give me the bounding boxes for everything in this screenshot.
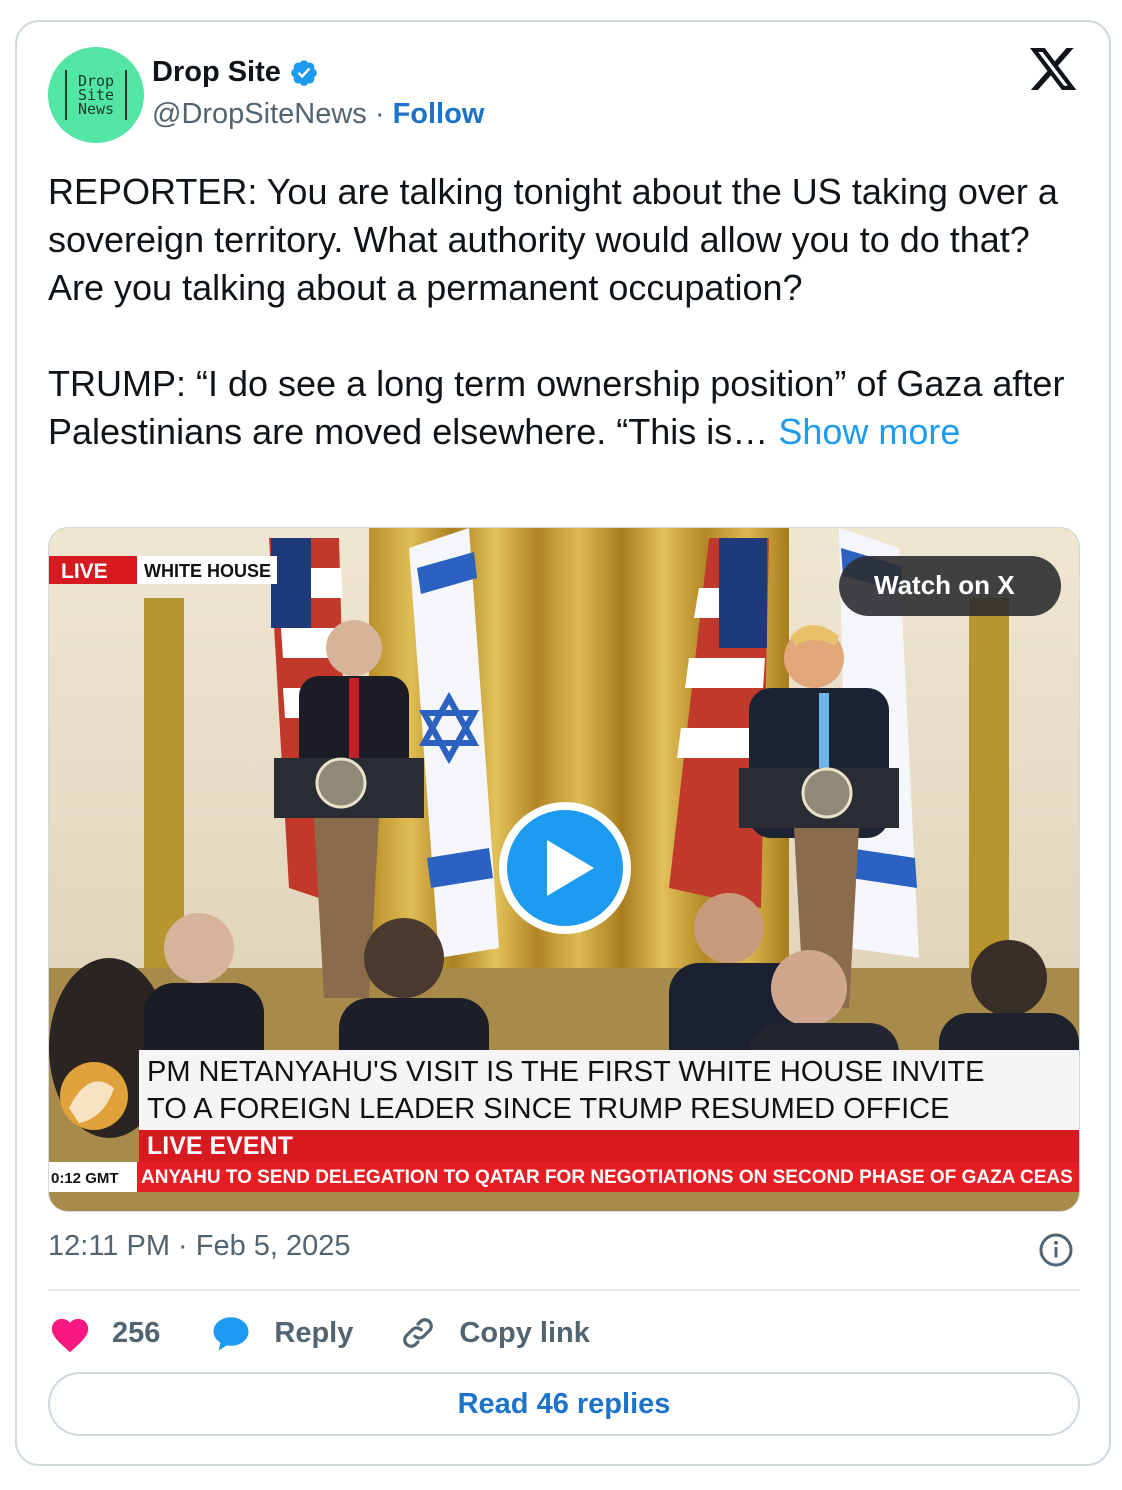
headline-line-1: PM NETANYAHU'S VISIT IS THE FIRST WHITE … xyxy=(147,1056,985,1088)
ticker-text: ANYAHU TO SEND DELEGATION TO QATAR FOR N… xyxy=(141,1167,1073,1188)
like-count: 256 xyxy=(112,1316,161,1349)
tweet-text: REPORTER: You are talking tonight about … xyxy=(48,168,1088,456)
reply-bubble-icon xyxy=(213,1317,249,1351)
location-label: WHITE HOUSE xyxy=(144,561,271,581)
author-handle[interactable]: @DropSiteNews xyxy=(152,98,367,130)
heart-icon xyxy=(51,1318,89,1353)
link-icon xyxy=(403,1318,434,1348)
verified-badge-icon xyxy=(291,59,317,86)
show-more-link[interactable]: Show more xyxy=(778,411,960,452)
author-name-row: Drop Site xyxy=(152,56,319,89)
event-label: LIVE EVENT xyxy=(147,1132,293,1160)
separator: · xyxy=(366,98,393,130)
divider xyxy=(48,1289,1080,1291)
video-player[interactable]: LIVE WHITE HOUSE Watch on X PM NETANYAHU… xyxy=(48,527,1080,1212)
info-icon[interactable] xyxy=(1038,1232,1074,1268)
avatar-text-line: News xyxy=(77,100,115,118)
reply-button[interactable]: Reply xyxy=(210,1313,353,1353)
watch-on-x-button[interactable]: Watch on X xyxy=(874,570,1015,600)
play-button[interactable] xyxy=(499,802,631,934)
copy-link-button[interactable]: Copy link xyxy=(399,1314,590,1352)
action-bar: 256 Reply Copy link xyxy=(48,1310,590,1356)
author-name[interactable]: Drop Site xyxy=(152,56,281,89)
copy-link-label: Copy link xyxy=(459,1316,590,1349)
headline-line-2: TO A FOREIGN LEADER SINCE TRUMP RESUMED … xyxy=(147,1093,949,1125)
video-frame: LIVE WHITE HOUSE Watch on X PM NETANYAHU… xyxy=(49,528,1079,1211)
author-handle-row: @DropSiteNews · Follow xyxy=(152,98,484,131)
like-button[interactable]: 256 xyxy=(48,1313,160,1353)
aljazeera-logo-icon xyxy=(60,1062,128,1130)
follow-button[interactable]: Follow xyxy=(393,98,485,130)
x-logo-icon[interactable] xyxy=(1030,48,1078,92)
reply-label: Reply xyxy=(274,1316,354,1349)
live-label: LIVE xyxy=(61,560,108,583)
read-replies-button[interactable]: Read 46 replies xyxy=(48,1372,1080,1436)
avatar[interactable]: Drop Site News xyxy=(48,47,144,143)
avatar-logo: Drop Site News xyxy=(65,70,127,120)
clock-label: 0:12 GMT xyxy=(51,1170,119,1187)
tweet-paragraph: REPORTER: You are talking tonight about … xyxy=(48,171,1058,308)
timestamp[interactable]: 12:11 PM · Feb 5, 2025 xyxy=(48,1230,351,1263)
tweet-paragraph-truncated: TRUMP: “I do see a long term ownership p… xyxy=(48,360,1088,456)
